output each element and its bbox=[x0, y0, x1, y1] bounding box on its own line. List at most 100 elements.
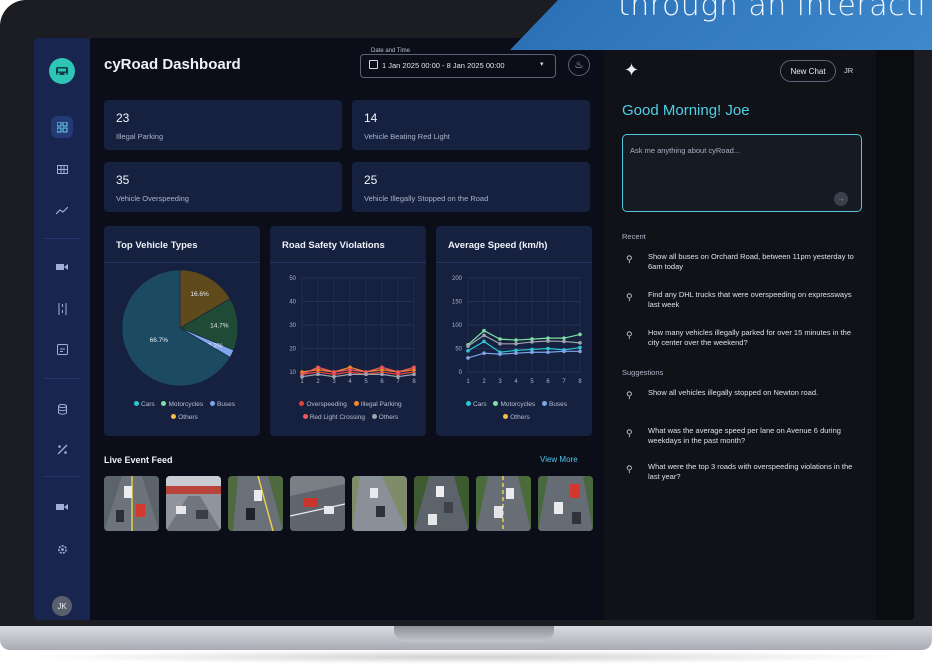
grid-icon[interactable] bbox=[51, 158, 73, 180]
user-initials[interactable]: JR bbox=[844, 66, 853, 75]
y-tick-label: 10 bbox=[289, 370, 296, 376]
stat-card-illegal-parking[interactable]: 23 Illegal Parking bbox=[104, 100, 342, 150]
chart-legend: Others bbox=[436, 414, 592, 421]
data-point bbox=[578, 341, 582, 345]
camera-thumbnail[interactable] bbox=[166, 476, 221, 531]
laptop-hinge bbox=[394, 626, 554, 642]
camera-thumbnail[interactable] bbox=[538, 476, 593, 531]
camera-thumbnail[interactable] bbox=[104, 476, 159, 531]
data-point bbox=[482, 339, 486, 344]
data-point bbox=[482, 351, 486, 355]
recent-query-text: How many vehicles illegally parked for o… bbox=[648, 328, 852, 347]
page-title: cyRoad Dashboard bbox=[104, 56, 241, 73]
screen: JK cyRoad Dashboard Date and Time 1 Jan … bbox=[34, 38, 914, 620]
x-tick-label: 1 bbox=[466, 379, 470, 385]
chart-legend: Cars Motorcycles Buses bbox=[436, 401, 592, 408]
data-point bbox=[332, 370, 336, 374]
data-point bbox=[466, 356, 470, 360]
trend-icon[interactable] bbox=[51, 200, 73, 222]
divider bbox=[270, 262, 426, 263]
report-icon[interactable] bbox=[51, 338, 73, 360]
x-tick-label: 6 bbox=[546, 379, 550, 385]
x-tick-label: 7 bbox=[396, 379, 400, 385]
suggestion-query-text: Show all vehicles illegally stopped on N… bbox=[648, 388, 819, 397]
data-point bbox=[380, 372, 384, 377]
pie-label: 66.7% bbox=[150, 337, 169, 344]
camera-thumbnail[interactable] bbox=[290, 476, 345, 531]
data-point bbox=[316, 365, 320, 370]
x-tick-label: 6 bbox=[380, 379, 384, 385]
legend-item: Buses bbox=[548, 401, 568, 408]
recent-query-text: Find any DHL trucks that were overspeedi… bbox=[648, 290, 852, 309]
camera-thumbnail[interactable] bbox=[228, 476, 283, 531]
camera-thumbnail[interactable] bbox=[352, 476, 407, 531]
data-point bbox=[396, 370, 400, 374]
y-tick-label: 100 bbox=[452, 323, 463, 329]
chat-input-placeholder: Ask me anything about cyRoad... bbox=[630, 146, 741, 155]
data-point bbox=[498, 352, 502, 356]
pie-label: 16.6% bbox=[190, 291, 209, 298]
y-tick-label: 0 bbox=[459, 370, 463, 376]
data-point bbox=[578, 332, 582, 337]
chart-panel-violations: Road Safety Violations 10 20 30 40 50 1 2 3 4 5 6 7… bbox=[270, 226, 426, 436]
data-point bbox=[332, 374, 336, 379]
x-tick-label: 4 bbox=[514, 379, 518, 385]
notification-bell-icon[interactable]: ♨ bbox=[568, 54, 590, 76]
chart-panel-vehicle-types: Top Vehicle Types 16.6% 14.7% 2.2% 66.7% Ca… bbox=[104, 226, 260, 436]
send-icon[interactable]: → bbox=[834, 192, 848, 206]
view-more-link[interactable]: View More bbox=[540, 455, 578, 464]
stat-value: 23 bbox=[116, 111, 130, 125]
legend-item: Motorcycles bbox=[500, 401, 536, 408]
camera-thumbnail[interactable] bbox=[414, 476, 469, 531]
legend-item: Others bbox=[378, 414, 399, 421]
legend-item: Others bbox=[178, 414, 198, 421]
legend-item: Red Light Crossing bbox=[309, 414, 365, 421]
chart-legend: Overspeeding Illegal Parking bbox=[270, 401, 426, 408]
y-tick-label: 200 bbox=[452, 276, 463, 282]
recent-query-text: Show all buses on Orchard Road, between … bbox=[648, 252, 854, 271]
new-chat-button[interactable]: New Chat bbox=[780, 60, 836, 82]
legend-item: Overspeeding bbox=[306, 401, 347, 408]
search-icon: ⚲ bbox=[626, 428, 633, 438]
dashboard-icon[interactable] bbox=[51, 116, 73, 138]
chart-panel-average-speed: Average Speed (km/h) 0 50 100 150 200 1 2 3 4 5 6 7… bbox=[436, 226, 592, 436]
stat-label: Vehicle Overspeeding bbox=[116, 194, 189, 203]
stat-label: Illegal Parking bbox=[116, 132, 164, 141]
tools-icon[interactable] bbox=[51, 438, 73, 460]
chevron-down-icon[interactable]: ▾ bbox=[540, 60, 544, 68]
app-logo[interactable] bbox=[49, 58, 75, 84]
data-point bbox=[300, 374, 304, 379]
greeting: Good Morning! Joe bbox=[622, 102, 750, 119]
data-point bbox=[364, 372, 368, 377]
data-point bbox=[562, 349, 566, 354]
data-point bbox=[546, 339, 550, 343]
camera-icon[interactable] bbox=[51, 256, 73, 278]
data-point bbox=[380, 365, 384, 370]
stat-card-overspeeding[interactable]: 35 Vehicle Overspeeding bbox=[104, 162, 342, 212]
sparkle-icon: ✦ bbox=[624, 60, 640, 80]
data-point bbox=[578, 345, 582, 350]
y-tick-label: 50 bbox=[289, 276, 296, 282]
search-icon: ⚲ bbox=[626, 390, 633, 400]
calendar-icon bbox=[369, 60, 378, 69]
date-range-value: 1 Jan 2025 00:00 - 8 Jan 2025 00:00 bbox=[382, 61, 505, 70]
legend-item: Buses bbox=[216, 401, 236, 408]
data-point bbox=[412, 372, 416, 377]
camera-thumbnail[interactable] bbox=[476, 476, 531, 531]
y-tick-label: 30 bbox=[289, 323, 296, 329]
divider bbox=[104, 262, 260, 263]
avatar[interactable]: JK bbox=[52, 596, 72, 616]
road-icon[interactable] bbox=[51, 298, 73, 320]
stat-card-illegally-stopped[interactable]: 25 Vehicle Illegally Stopped on the Road bbox=[352, 162, 590, 212]
data-point bbox=[530, 350, 534, 355]
video-icon[interactable] bbox=[51, 496, 73, 518]
stat-card-red-light[interactable]: 14 Vehicle Beating Red Light bbox=[352, 100, 590, 150]
data-point bbox=[562, 339, 566, 344]
x-tick-label: 8 bbox=[578, 379, 582, 385]
x-tick-label: 3 bbox=[332, 379, 336, 385]
chart-legend: Others bbox=[104, 414, 260, 421]
data-point bbox=[482, 333, 486, 338]
database-icon[interactable] bbox=[51, 398, 73, 420]
y-tick-label: 20 bbox=[289, 347, 296, 353]
settings-icon[interactable] bbox=[51, 538, 73, 560]
